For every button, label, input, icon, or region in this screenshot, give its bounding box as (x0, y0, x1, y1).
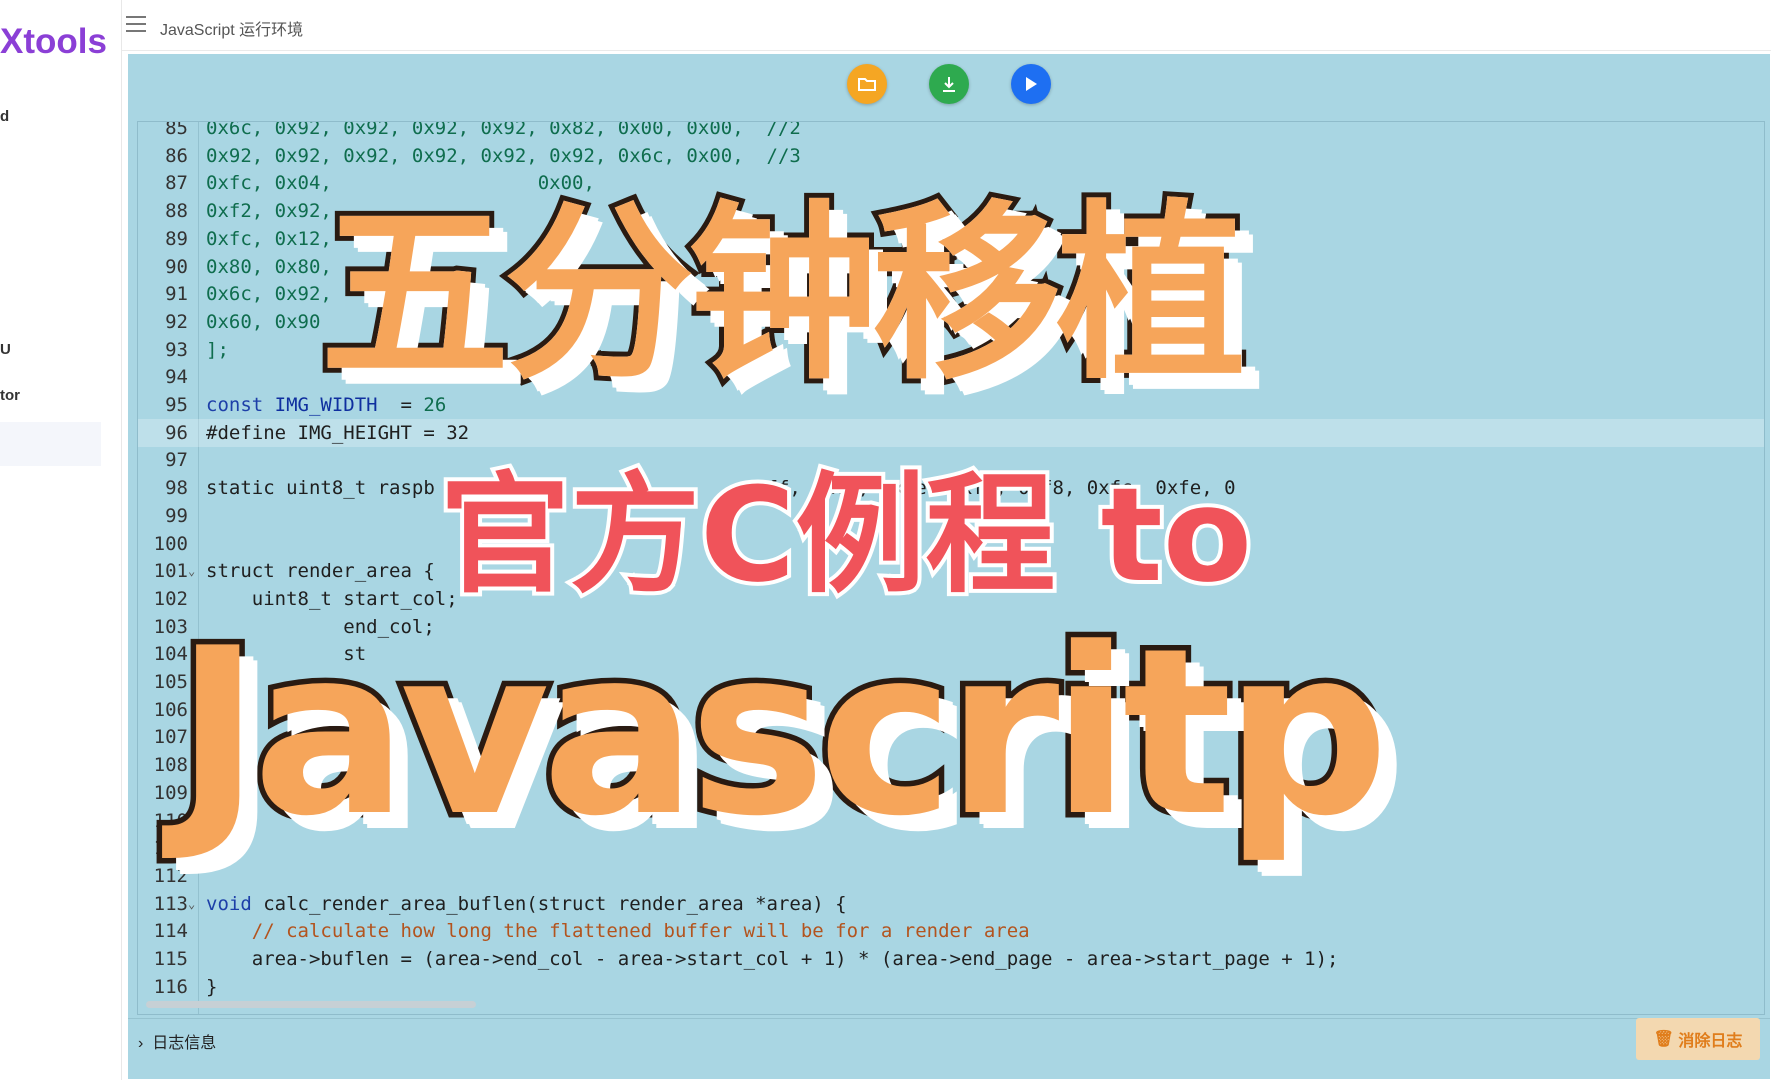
clear-log-label: 消除日志 (1678, 1033, 1743, 1050)
code-line[interactable]: 113 ⌄ void calc_render_area_buflen(struct … (138, 890, 1764, 918)
code-text: #define IMG_HEIGHT = 32 (206, 421, 470, 444)
download-button[interactable] (929, 64, 969, 104)
line-number: 114 (153, 920, 188, 943)
line-number: 93 (165, 338, 188, 361)
line-number: 90 (165, 255, 188, 278)
code-text: 0x60, 0x90 (206, 310, 321, 333)
code-line[interactable]: 115 area->buflen = (area->end_col - area… (138, 945, 1764, 973)
code-text: void calc_render_area_buflen(struct rend… (206, 892, 847, 915)
code-line[interactable]: 85 0x6c, 0x92, 0x92, 0x92, 0x92, 0x82, 0x… (138, 121, 1764, 142)
download-icon (943, 77, 955, 92)
code-text: 0x80, 0x80, (206, 255, 332, 278)
code-text: ]; (206, 338, 229, 361)
line-number: 98 (165, 477, 188, 500)
line-number: 86 (165, 144, 188, 167)
overlay-title-3: Javascritp (169, 595, 1394, 873)
line-number: 95 (165, 394, 188, 416)
code-text: area->buflen = (area->end_col - area->st… (206, 948, 1339, 970)
line-number: 115 (153, 948, 188, 970)
page-title: JavaScript 运行环境 (160, 22, 304, 39)
folder-open-icon (858, 78, 876, 91)
line-number: 92 (165, 310, 188, 333)
fold-icon[interactable]: ⌄ (188, 557, 195, 585)
code-text: 0x6c, 0x92, (206, 283, 332, 306)
code-text: 0xf2, 0x92, (206, 200, 332, 223)
sidebar-item-1[interactable]: d (0, 108, 9, 125)
clear-log-button[interactable]: 🗑 消除日志 (1636, 1018, 1760, 1060)
run-button[interactable] (1011, 64, 1051, 104)
sidebar-item-2[interactable]: U (0, 341, 11, 358)
fold-icon[interactable]: ⌄ (188, 890, 195, 918)
code-line[interactable]: 116} (138, 973, 1764, 1001)
code-text: } (206, 975, 218, 998)
line-number: 100 (153, 532, 188, 555)
trash-icon: 🗑 (1653, 1031, 1679, 1048)
line-number: 89 (165, 227, 188, 250)
open-file-button[interactable] (847, 64, 887, 104)
line-number: 116 (153, 975, 188, 998)
overlay-title-2: 官方C例程 to (436, 455, 1256, 615)
code-text: struct render_area { (206, 560, 435, 583)
line-number: 85 (165, 121, 188, 139)
code-text: 0xfc, 0x12, (206, 227, 332, 250)
chevron-right-icon: › (138, 1035, 144, 1052)
log-panel: › 日志信息 🗑 消除日志 (128, 1018, 1770, 1079)
code-text: // calculate how long the flattened buff… (206, 920, 1030, 943)
top-bar: JavaScript 运行环境 (122, 0, 1771, 51)
line-number: 96 (165, 421, 188, 444)
menu-icon[interactable] (126, 16, 146, 32)
line-number: 91 (165, 283, 188, 306)
line-number: 97 (165, 449, 188, 472)
code-line[interactable]: 114 // calculate how long the flattened … (138, 917, 1764, 945)
line-number: 113 (153, 892, 188, 915)
log-toggle[interactable]: › 日志信息 (138, 1029, 216, 1053)
sidebar: Xtools d U tor (0, 0, 122, 1080)
code-text: 0x6c, 0x92, 0x92, 0x92, 0x92, 0x82, 0x00… (206, 121, 801, 139)
play-icon (1026, 77, 1037, 91)
overlay-title-1: 五分钟移植 (315, 179, 1251, 410)
log-label: 日志信息 (152, 1035, 217, 1052)
horizontal-scrollbar[interactable] (146, 1001, 476, 1008)
toolbar (128, 54, 1770, 116)
sidebar-item-active[interactable] (0, 422, 101, 466)
line-number: 101 (153, 560, 188, 583)
sidebar-item-3[interactable]: tor (0, 387, 20, 404)
line-number: 87 (165, 172, 188, 195)
line-number: 94 (165, 366, 188, 389)
brand-logo[interactable]: Xtools (0, 22, 107, 62)
line-number: 88 (165, 200, 188, 223)
line-number: 99 (165, 504, 188, 527)
